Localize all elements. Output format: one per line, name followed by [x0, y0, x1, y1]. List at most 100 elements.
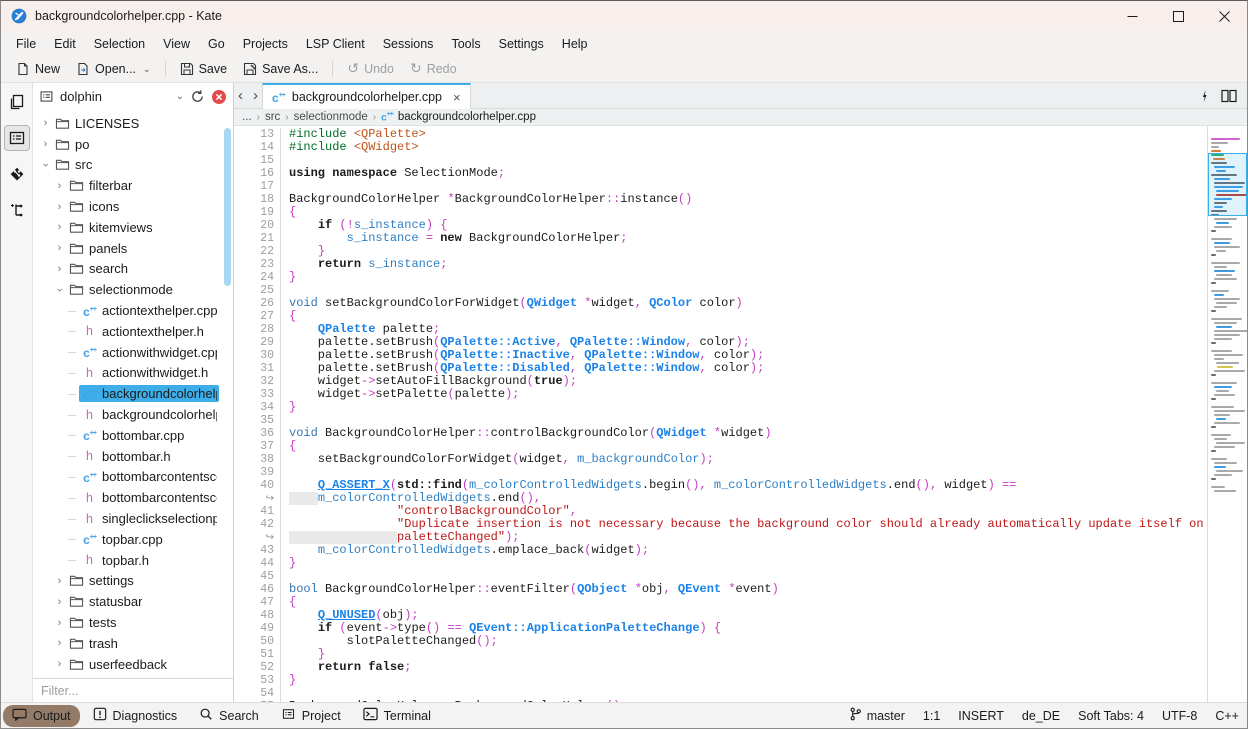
- tree-file-bottombarcontentscont-[interactable]: c++bottombarcontentscont...: [33, 467, 233, 488]
- tree-file-actiontexthelper-h[interactable]: hactiontexthelper.h: [33, 321, 233, 342]
- menu-item-selection[interactable]: Selection: [85, 34, 154, 54]
- expand-chevron-icon[interactable]: ›: [39, 117, 52, 129]
- tree-folder-licenses[interactable]: ›LICENSES: [33, 113, 233, 134]
- line-number: 29: [234, 336, 280, 349]
- tree-file-bottombar-h[interactable]: hbottombar.h: [33, 446, 233, 467]
- refresh-icon[interactable]: [190, 89, 205, 104]
- tree-file-topbar-h[interactable]: htopbar.h: [33, 550, 233, 571]
- menu-item-lsp-client[interactable]: LSP Client: [297, 34, 374, 54]
- collapse-chevron-icon[interactable]: ›: [54, 283, 66, 296]
- collapse-chevron-icon[interactable]: ›: [40, 158, 52, 171]
- statusbar-search-button[interactable]: Search: [190, 704, 268, 727]
- tree-scrollbar-thumb[interactable]: [224, 128, 231, 286]
- breadcrumb-segment[interactable]: src: [265, 111, 280, 123]
- statusbar-field-1-1[interactable]: 1:1: [923, 709, 940, 723]
- menu-item-file[interactable]: File: [7, 34, 45, 54]
- tree-folder-userfeedback[interactable]: ›userfeedback: [33, 654, 233, 675]
- tree-file-topbar-cpp[interactable]: c++topbar.cpp: [33, 529, 233, 550]
- breadcrumb-segment[interactable]: ...: [242, 111, 252, 123]
- open-button[interactable]: Open... ⌄: [69, 59, 158, 79]
- new-button[interactable]: New: [9, 59, 67, 79]
- tab-backgroundcolorhelper[interactable]: c++ backgroundcolorhelper.cpp ×: [262, 83, 471, 109]
- expand-chevron-icon[interactable]: ›: [39, 138, 52, 150]
- statusbar-terminal-button[interactable]: Terminal: [354, 704, 440, 727]
- menu-item-help[interactable]: Help: [553, 34, 597, 54]
- tree-folder-panels[interactable]: ›panels: [33, 238, 233, 259]
- project-dropdown-chevron-icon[interactable]: ⌄: [176, 91, 184, 102]
- tree-file-bottombarcontentscont-[interactable]: hbottombarcontentscont...: [33, 487, 233, 508]
- tree-folder-statusbar[interactable]: ›statusbar: [33, 591, 233, 612]
- filter-input[interactable]: [33, 679, 233, 702]
- menu-item-view[interactable]: View: [154, 34, 199, 54]
- projects-panel-button[interactable]: [4, 125, 30, 151]
- save-as-button[interactable]: Save As...: [236, 59, 325, 79]
- tree-folder-po[interactable]: ›po: [33, 134, 233, 155]
- expand-chevron-icon[interactable]: ›: [53, 242, 66, 254]
- redo-button[interactable]: ↻ Redo: [403, 59, 464, 79]
- undo-button[interactable]: ↺ Undo: [340, 59, 401, 79]
- statusbar-field-insert[interactable]: INSERT: [958, 709, 1004, 723]
- statusbar-project-button[interactable]: Project: [272, 704, 350, 727]
- statusbar-field-label: Soft Tabs: 4: [1078, 709, 1144, 723]
- tree-file-actionwithwidget-h[interactable]: hactionwithwidget.h: [33, 363, 233, 384]
- tree-folder-icons[interactable]: ›icons: [33, 196, 233, 217]
- save-button[interactable]: Save: [173, 59, 235, 79]
- minimize-button[interactable]: [1109, 1, 1155, 31]
- breadcrumb-segment[interactable]: selectionmode: [294, 111, 368, 123]
- breadcrumb-segment[interactable]: backgroundcolorhelper.cpp: [398, 111, 536, 123]
- menu-item-tools[interactable]: Tools: [442, 34, 489, 54]
- tree-file-bottombar-cpp[interactable]: c++bottombar.cpp: [33, 425, 233, 446]
- statusbar-field-soft-tabs-4[interactable]: Soft Tabs: 4: [1078, 709, 1144, 723]
- tree-folder-filterbar[interactable]: ›filterbar: [33, 175, 233, 196]
- minimap-scrollbar[interactable]: [1207, 126, 1247, 702]
- tree-folder-trash[interactable]: ›trash: [33, 633, 233, 654]
- tree-folder-selectionmode[interactable]: ›selectionmode: [33, 279, 233, 300]
- menu-item-projects[interactable]: Projects: [234, 34, 297, 54]
- close-project-icon[interactable]: [211, 89, 227, 105]
- tree-file-actiontexthelper-cpp[interactable]: c++actiontexthelper.cpp: [33, 300, 233, 321]
- statusbar-field-c-[interactable]: C++: [1215, 709, 1239, 723]
- tree-file-backgroundcolorhelper-h[interactable]: hbackgroundcolorhelper.h: [33, 404, 233, 425]
- open-dropdown-chevron-icon[interactable]: ⌄: [143, 64, 151, 75]
- split-view-icon[interactable]: [1221, 89, 1237, 103]
- nav-forward-chevron-icon[interactable]: ›: [253, 88, 258, 103]
- expand-chevron-icon[interactable]: ›: [53, 658, 66, 670]
- minimap-viewport[interactable]: [1208, 153, 1247, 216]
- menu-item-go[interactable]: Go: [199, 34, 234, 54]
- maximize-button[interactable]: [1155, 1, 1201, 31]
- code-view[interactable]: 13#include <QPalette>14#include <QWidget…: [234, 126, 1207, 702]
- header-file-icon: h: [81, 493, 98, 503]
- statusbar-output-button[interactable]: Output: [3, 705, 80, 727]
- menu-item-edit[interactable]: Edit: [45, 34, 85, 54]
- tree-folder-kitemviews[interactable]: ›kitemviews: [33, 217, 233, 238]
- git-panel-button[interactable]: [4, 161, 30, 187]
- expand-chevron-icon[interactable]: ›: [53, 617, 66, 629]
- tree-folder-settings[interactable]: ›settings: [33, 571, 233, 592]
- expand-chevron-icon[interactable]: ›: [53, 637, 66, 649]
- tree-file-backgroundcolorhelper-c-[interactable]: c++backgroundcolorhelper.c...: [33, 383, 233, 404]
- statusbar-field-de-de[interactable]: de_DE: [1022, 709, 1060, 723]
- menu-item-sessions[interactable]: Sessions: [374, 34, 443, 54]
- tree-folder-search[interactable]: ›search: [33, 259, 233, 280]
- nav-back-chevron-icon[interactable]: ‹: [238, 88, 243, 103]
- expand-chevron-icon[interactable]: ›: [53, 575, 66, 587]
- menu-item-settings[interactable]: Settings: [490, 34, 553, 54]
- expand-chevron-icon[interactable]: ›: [53, 201, 66, 213]
- close-button[interactable]: [1201, 1, 1247, 31]
- statusbar-diagnostics-button[interactable]: Diagnostics: [84, 704, 187, 727]
- expand-chevron-icon[interactable]: ›: [53, 180, 66, 192]
- line-number: 23: [234, 258, 280, 271]
- expand-chevron-icon[interactable]: ›: [53, 596, 66, 608]
- quick-actions-bolt-icon[interactable]: [1200, 89, 1209, 103]
- statusbar-field-utf-8[interactable]: UTF-8: [1162, 709, 1197, 723]
- tab-close-icon[interactable]: ×: [453, 90, 461, 105]
- expand-chevron-icon[interactable]: ›: [53, 263, 66, 275]
- documents-panel-button[interactable]: [4, 89, 30, 115]
- tree-folder-tests[interactable]: ›tests: [33, 612, 233, 633]
- statusbar-field-master[interactable]: master: [849, 707, 905, 724]
- expand-chevron-icon[interactable]: ›: [53, 221, 66, 233]
- tree-file-actionwithwidget-cpp[interactable]: c++actionwithwidget.cpp: [33, 342, 233, 363]
- tree-folder-src[interactable]: ›src: [33, 155, 233, 176]
- tree-file-singleclickselectionproxy-[interactable]: hsingleclickselectionproxy...: [33, 508, 233, 529]
- symbols-panel-button[interactable]: [4, 197, 30, 223]
